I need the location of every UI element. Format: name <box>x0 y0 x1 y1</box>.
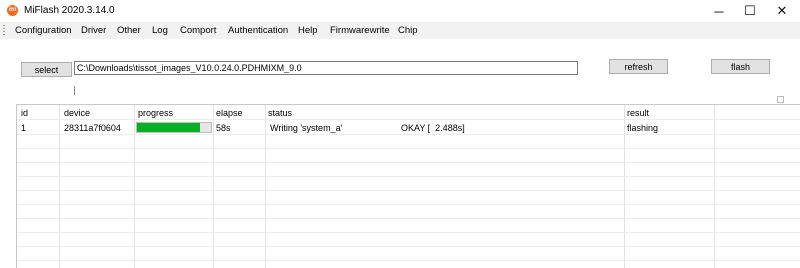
minimize-button[interactable]: ─ <box>703 0 735 22</box>
menu-firmwarewrite[interactable]: Firmwarewrite <box>330 25 390 36</box>
menu-help[interactable]: Help <box>298 25 318 36</box>
menu-log[interactable]: Log <box>152 25 168 36</box>
mi-logo-icon: mi <box>7 5 18 16</box>
title-bar: mi MiFlash 2020.3.14.0 ─ ☐ ✕ <box>0 0 800 22</box>
column-header-id[interactable]: id <box>21 108 28 118</box>
column-header-elapse[interactable]: elapse <box>216 108 243 118</box>
separator-mark <box>74 86 75 95</box>
menu-configuration[interactable]: Configuration <box>15 25 72 36</box>
firmware-path-input[interactable] <box>74 61 578 75</box>
flash-progress-fill <box>137 123 200 132</box>
column-header-progress[interactable]: progress <box>138 108 173 118</box>
menu-bar: Configuration Driver Other Log Comport A… <box>0 22 800 39</box>
refresh-button[interactable]: refresh <box>609 59 668 74</box>
row-device: 28311a7f0604 <box>64 123 121 133</box>
grid-resize-handle[interactable] <box>777 96 784 103</box>
menu-authentication[interactable]: Authentication <box>228 25 288 36</box>
column-header-device[interactable]: device <box>64 108 90 118</box>
menu-comport[interactable]: Comport <box>180 25 216 36</box>
maximize-button[interactable]: ☐ <box>734 0 766 22</box>
column-header-result[interactable]: result <box>627 108 649 118</box>
menu-grip-icon <box>3 25 5 36</box>
flash-button[interactable]: flash <box>711 59 770 74</box>
menu-driver[interactable]: Driver <box>81 25 106 36</box>
row-id: 1 <box>21 123 27 133</box>
menu-other[interactable]: Other <box>117 25 141 36</box>
row-status-detail: OKAY [ 2.488s] <box>401 123 465 133</box>
select-button[interactable]: select <box>21 62 72 77</box>
close-button[interactable]: ✕ <box>766 0 798 22</box>
row-elapse: 58s <box>216 123 231 133</box>
window-title: MiFlash 2020.3.14.0 <box>24 5 115 16</box>
row-status: Writing 'system_a' <box>270 123 343 133</box>
row-result: flashing <box>627 123 659 133</box>
column-header-status[interactable]: status <box>268 108 292 118</box>
flash-progress-bar <box>136 122 212 133</box>
device-table: id device progress elapse status result … <box>16 104 800 268</box>
menu-chip[interactable]: Chip <box>398 25 418 36</box>
